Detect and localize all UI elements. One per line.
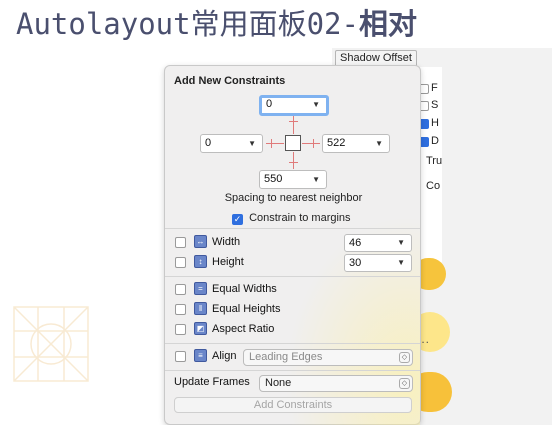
height-label: Height — [212, 256, 244, 268]
chevron-down-icon[interactable]: ▼ — [248, 135, 256, 152]
height-checkbox[interactable] — [175, 257, 186, 268]
add-constraints-popover: Add New Constraints 0 ▼ 0 ▼ 522 ▼ 550 ▼ … — [164, 65, 421, 425]
inspector-item: S — [431, 99, 439, 111]
view-box — [285, 135, 301, 151]
spacing-label: Spacing to nearest neighbor — [224, 192, 363, 204]
strut-tick — [271, 139, 272, 148]
separator — [165, 370, 420, 371]
chevron-down-icon[interactable]: ▼ — [375, 135, 383, 152]
strut-tick — [313, 139, 314, 148]
right-strut[interactable] — [302, 143, 320, 144]
separator — [165, 276, 420, 277]
width-field[interactable]: 46 ▼ — [344, 234, 412, 252]
inspector-item: Tru — [426, 155, 443, 167]
equal-widths-label: Equal Widths — [212, 283, 277, 295]
width-icon: ↔ — [194, 235, 207, 248]
left-spacing-value: 0 — [205, 137, 212, 149]
inspector-item: Co — [426, 180, 441, 192]
right-spacing-field[interactable]: 522 ▼ — [322, 134, 390, 153]
top-spacing-field[interactable]: 0 ▼ — [259, 95, 329, 116]
align-label: Align — [212, 350, 237, 362]
left-spacing-field[interactable]: 0 ▼ — [200, 134, 263, 153]
align-icon: ≡ — [194, 349, 207, 362]
popover-title: Add New Constraints — [174, 75, 286, 87]
align-select[interactable]: Leading Edges ◇ — [243, 349, 413, 366]
update-frames-label: Update Frames — [174, 376, 250, 388]
inspector-item: D — [431, 135, 439, 147]
aspect-ratio-icon: ◩ — [194, 322, 207, 335]
strut-tick — [289, 162, 298, 163]
equal-widths-icon: = — [194, 282, 207, 295]
aspect-ratio-label: Aspect Ratio — [212, 323, 275, 335]
equal-widths-checkbox[interactable] — [175, 284, 186, 295]
inspector-item: F — [431, 82, 438, 94]
strut-tick — [289, 121, 298, 122]
height-value: 30 — [349, 257, 362, 269]
chevron-down-icon[interactable]: ▼ — [397, 235, 405, 251]
separator — [165, 228, 420, 229]
bottom-spacing-field[interactable]: 550 ▼ — [259, 170, 327, 189]
height-icon: ↕ — [194, 255, 207, 268]
bottom-strut[interactable] — [293, 152, 294, 169]
updown-arrows-icon: ◇ — [399, 352, 410, 363]
update-frames-row: Update Frames — [174, 376, 250, 392]
separator — [165, 343, 420, 344]
constrain-margins-label: Constrain to margins — [249, 212, 351, 224]
chevron-down-icon[interactable]: ▼ — [397, 255, 405, 271]
add-constraints-button[interactable]: Add Constraints — [174, 397, 412, 413]
constrain-margins-checkbox[interactable]: ✓ — [232, 214, 243, 225]
page-title-regular: Autolayout常用面板02- — [16, 7, 359, 41]
left-strut[interactable] — [266, 143, 284, 144]
right-spacing-value: 522 — [327, 137, 346, 149]
chevron-down-icon[interactable]: ▼ — [312, 171, 320, 188]
update-frames-value: None — [265, 377, 292, 389]
page-title-bold: 相对 — [358, 7, 417, 41]
bottom-spacing-value: 550 — [264, 173, 283, 185]
constrain-margins-row[interactable]: ✓ Constrain to margins — [232, 212, 351, 225]
decorative-grid-left — [13, 306, 89, 382]
align-checkbox[interactable] — [175, 351, 186, 362]
equal-heights-checkbox[interactable] — [175, 304, 186, 315]
top-strut[interactable] — [293, 116, 294, 134]
inspector-item: H — [431, 117, 439, 129]
width-checkbox[interactable] — [175, 237, 186, 248]
updown-arrows-icon: ◇ — [399, 378, 410, 389]
align-select-value: Leading Edges — [249, 351, 323, 363]
equal-heights-icon: ‖ — [194, 302, 207, 315]
width-label: Width — [212, 236, 241, 248]
height-field[interactable]: 30 ▼ — [344, 254, 412, 272]
update-frames-select[interactable]: None ◇ — [259, 375, 413, 392]
top-spacing-value: 0 — [266, 98, 273, 110]
width-value: 46 — [349, 237, 362, 249]
equal-heights-label: Equal Heights — [212, 303, 281, 315]
chevron-down-icon[interactable]: ▼ — [312, 98, 320, 111]
aspect-ratio-checkbox[interactable] — [175, 324, 186, 335]
page-title: Autolayout常用面板02-相对 — [16, 4, 417, 44]
